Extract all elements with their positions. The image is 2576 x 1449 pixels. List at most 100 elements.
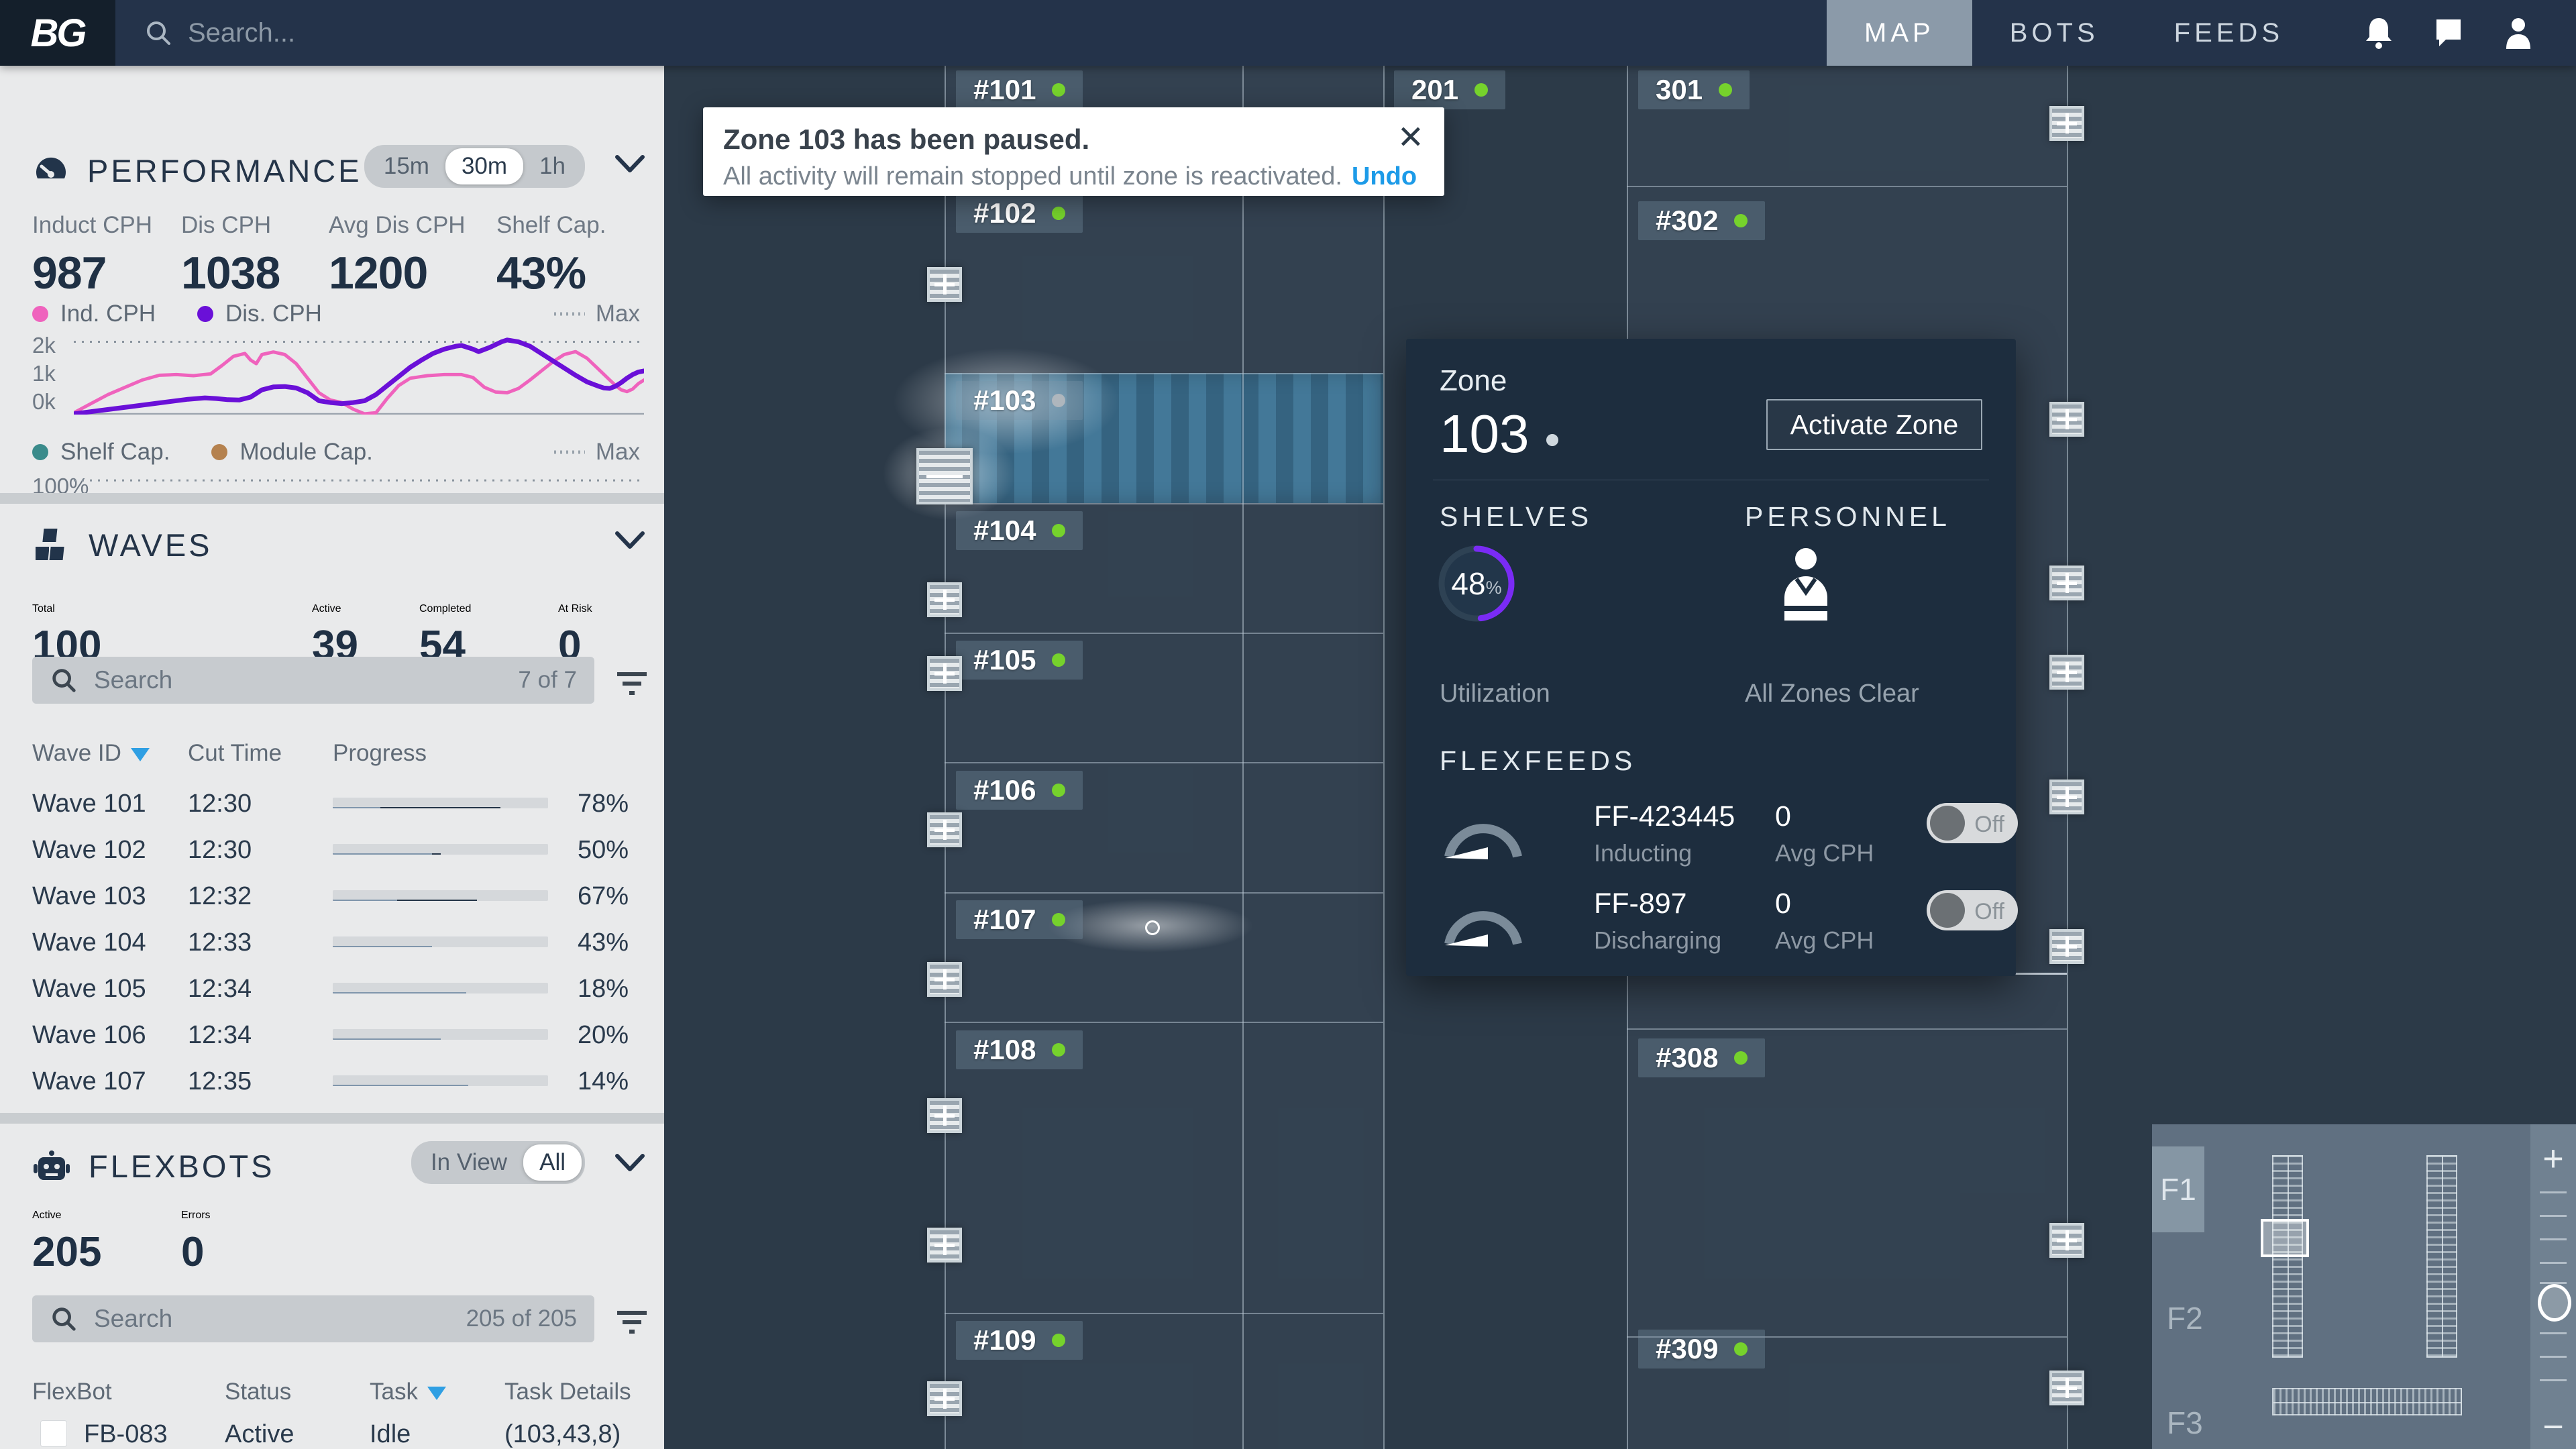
zoom-in-button[interactable]: + xyxy=(2530,1140,2576,1177)
feed-gauge-icon xyxy=(1440,888,1527,949)
column-header-task[interactable]: Task xyxy=(370,1379,446,1405)
stat-label: Completed xyxy=(419,603,471,615)
row-checkbox[interactable] xyxy=(40,1420,67,1447)
column-header-task-details[interactable]: Task Details xyxy=(504,1379,631,1405)
shelves-caption: Utilization xyxy=(1440,680,1550,708)
flexfeed-station-icon[interactable] xyxy=(2049,106,2084,141)
flexfeed-station-icon[interactable] xyxy=(916,448,973,504)
flexfeed-value: 0 xyxy=(1775,888,1791,920)
nav-tab-bots[interactable]: BOTS xyxy=(1972,0,2137,66)
flexfeed-station-icon[interactable] xyxy=(2049,929,2084,964)
zone-separator xyxy=(945,503,1383,504)
wave-row[interactable]: Wave 10712:3514% xyxy=(0,1058,664,1104)
zone-chip-201[interactable]: 201 xyxy=(1394,70,1505,109)
flexfeed-station-icon[interactable] xyxy=(927,812,962,847)
range-15m[interactable]: 15m xyxy=(368,148,445,184)
zone-chip-107[interactable]: #107 xyxy=(956,900,1083,939)
minimap-panel[interactable]: F1 F2 F3 xyxy=(2152,1124,2530,1449)
column-header-status[interactable]: Status xyxy=(225,1379,291,1405)
zone-chip-105[interactable]: #105 xyxy=(956,641,1083,680)
nav-tab-map[interactable]: MAP xyxy=(1827,0,1972,66)
zone-chip-104[interactable]: #104 xyxy=(956,511,1083,550)
flexfeed-station-icon[interactable] xyxy=(2049,566,2084,600)
flexfeed-station-icon[interactable] xyxy=(2049,780,2084,814)
waves-filter-icon[interactable] xyxy=(614,670,649,700)
zone-chip-102[interactable]: #102 xyxy=(956,194,1083,233)
zone-chip-108[interactable]: #108 xyxy=(956,1030,1083,1069)
flexfeed-station-icon[interactable] xyxy=(927,1381,962,1416)
legend-item: Shelf Cap. xyxy=(32,439,170,466)
logo[interactable]: BG xyxy=(0,0,115,66)
zone-chip-301[interactable]: 301 xyxy=(1638,70,1750,109)
flexfeed-station-icon[interactable] xyxy=(927,1098,962,1133)
zone-chip-106[interactable]: #106 xyxy=(956,771,1083,810)
wave-row[interactable]: Wave 10112:3078% xyxy=(0,780,664,826)
minimap-floor-f3[interactable]: F3 xyxy=(2167,1405,2203,1441)
range-30m[interactable]: 30m xyxy=(445,148,523,184)
minimap-floor-f1[interactable]: F1 xyxy=(2152,1146,2204,1232)
flexbot-row[interactable]: FB-083ActiveIdle(103,43,8) xyxy=(0,1411,664,1449)
flexbots-search-input[interactable] xyxy=(93,1304,466,1334)
toast-body: All activity will remain stopped until z… xyxy=(723,162,1417,191)
toggle-knob xyxy=(1930,806,1965,841)
flexfeed-toggle[interactable]: Off xyxy=(1927,803,2018,843)
global-search-input[interactable] xyxy=(186,17,605,49)
stat-value: 0 xyxy=(181,1228,211,1276)
minimap-floor-f2[interactable]: F2 xyxy=(2167,1300,2203,1336)
toast-close-icon[interactable]: ✕ xyxy=(1397,122,1424,154)
zone-chip-101[interactable]: #101 xyxy=(956,70,1083,109)
zone-chip-308[interactable]: #308 xyxy=(1638,1038,1765,1077)
flexfeed-station-icon[interactable] xyxy=(927,582,962,617)
warehouse-map[interactable]: Zone 103 has been paused. All activity w… xyxy=(664,66,2576,1449)
nav-tab-feeds[interactable]: FEEDS xyxy=(2137,0,2321,66)
flexfeed-station-icon[interactable] xyxy=(2049,1371,2084,1405)
performance-collapse-chevron[interactable] xyxy=(614,154,645,178)
waves-search: 7 of 7 xyxy=(32,657,594,704)
utilization-unit: % xyxy=(1486,578,1502,598)
wave-row[interactable]: Wave 10212:3050% xyxy=(0,826,664,873)
wave-progress-pct: 67% xyxy=(567,882,629,911)
range-1h[interactable]: 1h xyxy=(523,148,582,184)
view-in-view[interactable]: In View xyxy=(415,1144,523,1181)
flexfeed-toggle[interactable]: Off xyxy=(1927,890,2018,930)
activate-zone-button[interactable]: Activate Zone xyxy=(1766,399,1982,450)
performance-metrics: Induct CPH987Dis CPH1038Avg Dis CPH1200S… xyxy=(32,212,617,299)
zoom-slider-knob[interactable] xyxy=(2538,1284,2571,1322)
column-header-flexbot[interactable]: FlexBot xyxy=(32,1379,112,1405)
zone-label: 201 xyxy=(1411,74,1458,106)
flexfeed-station-icon[interactable] xyxy=(927,267,962,302)
column-header-progress[interactable]: Progress xyxy=(333,740,427,767)
zone-chip-302[interactable]: #302 xyxy=(1638,201,1765,240)
waves-search-input[interactable] xyxy=(93,665,518,695)
wave-row[interactable]: Wave 10612:3420% xyxy=(0,1012,664,1058)
flexfeed-station-icon[interactable] xyxy=(2049,655,2084,690)
zone-chip-103[interactable]: #103 xyxy=(956,381,1083,420)
zone-chip-109[interactable]: #109 xyxy=(956,1321,1083,1360)
wave-row[interactable]: Wave 10312:3267% xyxy=(0,873,664,919)
undo-link[interactable]: Undo xyxy=(1352,162,1417,191)
flexfeed-station-icon[interactable] xyxy=(927,656,962,691)
flexbots-collapse-chevron[interactable] xyxy=(614,1153,645,1177)
zoom-out-button[interactable]: − xyxy=(2530,1409,2576,1445)
metric-label: Shelf Cap. xyxy=(496,212,617,239)
column-header-cut-time[interactable]: Cut Time xyxy=(188,740,282,767)
flexbots-filter-icon[interactable] xyxy=(614,1309,649,1339)
wave-row[interactable]: Wave 10412:3343% xyxy=(0,919,664,965)
flexfeed-station-icon[interactable] xyxy=(927,1228,962,1263)
top-nav: BG MAPBOTSFEEDS xyxy=(0,0,2576,66)
flexfeed-station-icon[interactable] xyxy=(2049,1223,2084,1258)
user-icon[interactable] xyxy=(2483,17,2553,49)
flexfeed-station-icon[interactable] xyxy=(927,962,962,997)
waves-collapse-chevron[interactable] xyxy=(614,531,645,554)
zone-chip-309[interactable]: #309 xyxy=(1638,1330,1765,1368)
zoom-control-strip: + − xyxy=(2530,1124,2576,1449)
wave-row[interactable]: Wave 10512:3418% xyxy=(0,965,664,1012)
minimap-viewport[interactable] xyxy=(2261,1219,2309,1257)
bell-icon[interactable] xyxy=(2344,15,2414,50)
chat-icon[interactable] xyxy=(2414,17,2483,49)
column-header-wave-id[interactable]: Wave ID xyxy=(32,740,150,767)
flexfeed-station-icon[interactable] xyxy=(2049,402,2084,437)
view-all[interactable]: All xyxy=(523,1144,582,1181)
selected-bot-marker[interactable] xyxy=(1145,920,1160,935)
nav-icons xyxy=(2321,15,2576,50)
